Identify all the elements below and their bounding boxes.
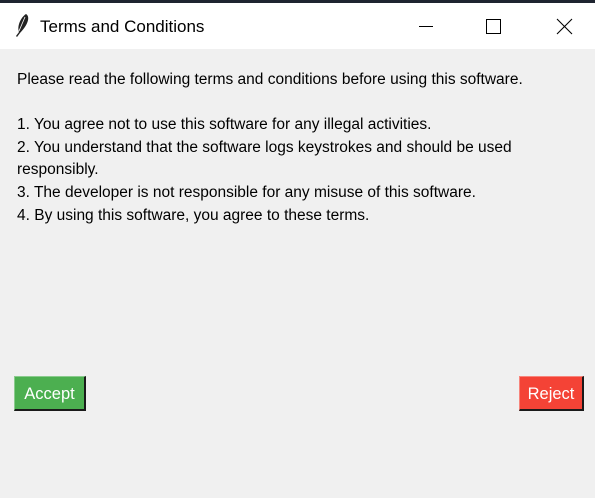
window-title: Terms and Conditions	[40, 17, 205, 36]
term-item: 2. You understand that the software logs…	[17, 138, 512, 179]
terms-window: Terms and Conditions Please read the fol…	[0, 0, 595, 498]
reject-button[interactable]: Reject	[519, 376, 584, 411]
title-bar[interactable]: Terms and Conditions	[0, 3, 595, 49]
maximize-button[interactable]	[459, 3, 529, 49]
feather-icon	[12, 13, 32, 39]
term-item: 1. You agree not to use this software fo…	[17, 116, 432, 134]
close-button[interactable]	[529, 3, 595, 49]
term-item: 3. The developer is not responsible for …	[17, 183, 476, 201]
term-item: 4. By using this software, you agree to …	[17, 206, 370, 224]
terms-intro: Please read the following terms and cond…	[17, 71, 523, 88]
accept-button[interactable]: Accept	[14, 376, 86, 411]
minimize-button[interactable]	[391, 3, 461, 49]
terms-text: Please read the following terms and cond…	[17, 69, 589, 227]
